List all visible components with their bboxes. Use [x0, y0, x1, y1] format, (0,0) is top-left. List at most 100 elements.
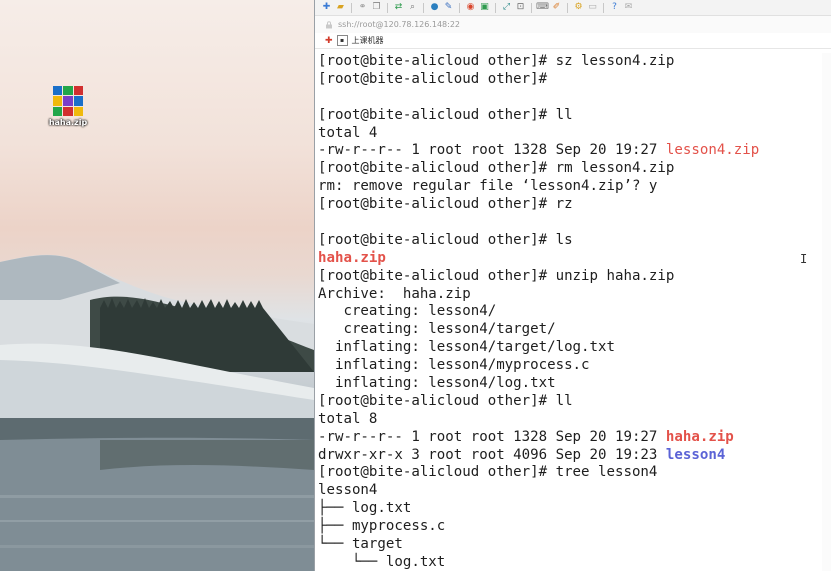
help-icon[interactable]: ?	[609, 2, 620, 13]
terminal-line-text: ├── log.txt	[318, 500, 412, 517]
session-tabbar: ✚ ▪ 上课机器	[315, 33, 831, 49]
pen-icon[interactable]: ✐	[551, 2, 562, 13]
window-icon[interactable]: ▭	[587, 2, 598, 13]
terminal-line: -rw-r--r-- 1 root root 1328 Sep 20 19:27…	[318, 429, 816, 447]
terminal-line: ├── log.txt	[318, 500, 816, 518]
terminal-line: [root@bite-alicloud other]# ll	[318, 107, 816, 125]
toolbar-divider	[495, 2, 496, 13]
fullscreen-icon[interactable]: ⤢	[501, 2, 512, 13]
terminal-line-text: [root@bite-alicloud other]#	[318, 70, 556, 87]
desktop-wallpaper: haha.zip	[0, 0, 314, 571]
terminal-line: rm: remove regular file ‘lesson4.zip’? y	[318, 178, 816, 196]
terminal-line-text: drwxr-xr-x 3 root root 4096 Sep 20 19:23	[318, 446, 666, 463]
terminal-line-text: creating: lesson4/target/	[318, 321, 556, 338]
terminal-line: [root@bite-alicloud other]# rz	[318, 196, 816, 214]
terminal-line: total 8	[318, 411, 816, 429]
pin-icon[interactable]: ✚	[325, 36, 333, 46]
winrar-archive-icon	[53, 86, 83, 116]
terminal-scrollbar[interactable]	[822, 53, 831, 571]
terminal-line-text: -rw-r--r-- 1 root root 1328 Sep 20 19:27	[318, 142, 666, 159]
keyboard-icon[interactable]: ⌨	[536, 2, 549, 13]
terminal-line-text: [root@bite-alicloud other]# rm lesson4.z…	[318, 160, 675, 177]
terminal-line-text: [root@bite-alicloud other]# ll	[318, 106, 573, 123]
terminal-line: -rw-r--r-- 1 root root 1328 Sep 20 19:27…	[318, 142, 816, 160]
terminal-line-text: total 4	[318, 124, 378, 141]
script-icon[interactable]: ✎	[443, 2, 454, 13]
toolbar-divider	[531, 2, 532, 13]
terminal-line-text: Archive: haha.zip	[318, 285, 471, 302]
toolbar-divider	[387, 2, 388, 13]
search-icon[interactable]: ⌕	[407, 2, 418, 13]
terminal-toolbar: ✚ ▰ ⚭ ❐ ⇄ ⌕ ● ✎ ◉ ▣ ⤢ ⊡ ⌨ ✐ ⚙ ▭ ? ✉	[315, 0, 831, 16]
terminal-line-text: ├── myprocess.c	[318, 518, 446, 535]
terminal-line: ├── myprocess.c	[318, 518, 816, 536]
terminal-line-text: lesson4	[318, 482, 378, 499]
terminal-line: inflating: lesson4/target/log.txt	[318, 339, 816, 357]
terminal-line: [root@bite-alicloud other]# unzip haha.z…	[318, 268, 816, 286]
terminal-icon[interactable]: ▣	[479, 2, 490, 13]
terminal-line-text: [root@bite-alicloud other]# tree lesson4	[318, 464, 658, 481]
terminal-line-text: [root@bite-alicloud other]# unzip haha.z…	[318, 267, 675, 284]
terminal-line: drwxr-xr-x 3 root root 4096 Sep 20 19:23…	[318, 447, 816, 465]
toolbar-divider	[603, 2, 604, 13]
terminal-line: haha.zip	[318, 250, 816, 268]
terminal-line: [root@bite-alicloud other]# ll	[318, 393, 816, 411]
terminal-line-text: └── target	[318, 536, 403, 553]
terminal-line: inflating: lesson4/log.txt	[318, 375, 816, 393]
terminal-line-text: total 8	[318, 410, 378, 427]
terminal-line-text: inflating: lesson4/log.txt	[318, 375, 556, 392]
terminal-line-text: inflating: lesson4/myprocess.c	[318, 357, 590, 374]
terminal-line-text: [root@bite-alicloud other]# ll	[318, 392, 573, 409]
terminal-window: ✚ ▰ ⚭ ❐ ⇄ ⌕ ● ✎ ◉ ▣ ⤢ ⊡ ⌨ ✐ ⚙ ▭ ? ✉ ssh:…	[314, 0, 831, 571]
terminal-output[interactable]: [root@bite-alicloud other]# sz lesson4.z…	[318, 53, 816, 572]
terminal-line: [root@bite-alicloud other]# tree lesson4	[318, 464, 816, 482]
globe-icon[interactable]: ●	[429, 2, 440, 13]
terminal-line-text: rm: remove regular file ‘lesson4.zip’? y	[318, 178, 658, 195]
toolbar-divider	[351, 2, 352, 13]
terminal-line-text: [root@bite-alicloud other]# sz lesson4.z…	[318, 53, 675, 69]
terminal-line-text: creating: lesson4/	[318, 303, 497, 320]
ibeam-cursor-icon: I	[800, 252, 808, 266]
terminal-line-text: inflating: lesson4/target/log.txt	[318, 339, 615, 356]
terminal-line: └── target	[318, 536, 816, 554]
terminal-line: [root@bite-alicloud other]# ls	[318, 232, 816, 250]
folder-icon[interactable]: ▰	[335, 2, 346, 13]
copy-icon[interactable]: ❐	[371, 2, 382, 13]
desktop-file-haha-zip[interactable]: haha.zip	[46, 86, 90, 127]
toolbar-divider	[423, 2, 424, 13]
lock-toolbar-icon[interactable]: ⊡	[515, 2, 526, 13]
terminal-line-text: -rw-r--r-- 1 root root 1328 Sep 20 19:27	[318, 428, 666, 445]
terminal-line: inflating: lesson4/myprocess.c	[318, 357, 816, 375]
terminal-line-text: └── log.txt	[318, 553, 446, 570]
address-text: ssh://root@120.78.126.148:22	[338, 20, 461, 29]
terminal-line: lesson4	[318, 482, 816, 500]
terminal-line-filename: lesson4.zip	[665, 142, 760, 159]
terminal-line: creating: lesson4/	[318, 303, 816, 321]
terminal-line-text: [root@bite-alicloud other]# ls	[318, 231, 573, 248]
terminal-line-text: [root@bite-alicloud other]# rz	[318, 196, 573, 213]
transfer-icon[interactable]: ⇄	[393, 2, 404, 13]
toolbar-divider	[459, 2, 460, 13]
settings-icon[interactable]: ⚙	[573, 2, 584, 13]
session-icon: ▪	[336, 35, 348, 46]
terminal-line: total 4	[318, 125, 816, 143]
terminal-line: [root@bite-alicloud other]# sz lesson4.z…	[318, 53, 816, 71]
terminal-line-filename: lesson4	[665, 446, 726, 463]
address-bar[interactable]: ssh://root@120.78.126.148:22	[315, 16, 831, 33]
terminal-line: [root@bite-alicloud other]# rm lesson4.z…	[318, 160, 816, 178]
tab-session[interactable]: 上课机器	[352, 35, 384, 46]
terminal-line-filename: haha.zip	[665, 428, 734, 445]
terminal-line: Archive: haha.zip	[318, 286, 816, 304]
record-icon[interactable]: ◉	[465, 2, 476, 13]
lock-icon	[325, 20, 333, 29]
new-session-icon[interactable]: ✚	[321, 2, 332, 13]
desktop-file-label: haha.zip	[48, 118, 88, 127]
toolbar-divider	[567, 2, 568, 13]
terminal-line-filename: haha.zip	[318, 249, 386, 266]
terminal-line: [root@bite-alicloud other]#	[318, 71, 816, 89]
terminal-line: creating: lesson4/target/	[318, 321, 816, 339]
link-icon[interactable]: ⚭	[357, 2, 368, 13]
chat-icon[interactable]: ✉	[623, 2, 634, 13]
